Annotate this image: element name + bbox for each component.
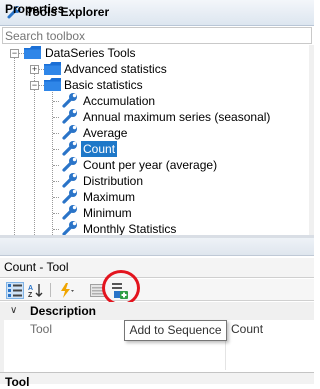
tree-item-dataseries-tools[interactable]: − DataSeries Tools (0, 45, 314, 61)
svg-text:Z: Z (28, 292, 33, 298)
properties-object-selector[interactable]: Count - Tool (0, 258, 314, 278)
tree-item-accumulation[interactable]: Accumulation (0, 93, 314, 109)
tree-item-label: Accumulation (83, 94, 156, 108)
property-key: Tool (30, 322, 53, 336)
toolbar-separator (50, 283, 51, 297)
wrench-icon (62, 205, 77, 220)
tree-item-label: Count per year (average) (83, 158, 218, 172)
properties-header (0, 238, 314, 256)
tree-item-count[interactable]: Count (0, 141, 314, 157)
add-to-sequence-tooltip: Add to Sequence (124, 320, 227, 341)
tree-item-annual-maximum-series[interactable]: Annual maximum series (seasonal) (0, 109, 314, 125)
tree-scrollbar[interactable] (309, 45, 314, 235)
folder-icon (44, 62, 61, 75)
tree-item-monthly-statistics[interactable]: Monthly Statistics (0, 221, 314, 235)
tree-item-label: Distribution (83, 174, 144, 188)
categorized-button[interactable] (6, 282, 24, 299)
tree-item-advanced-statistics[interactable]: + Advanced statistics (0, 61, 314, 77)
tree-item-distribution[interactable]: Distribution (0, 173, 314, 189)
tree-item-maximum[interactable]: Maximum (0, 189, 314, 205)
search-toolbox-input[interactable] (2, 27, 312, 44)
properties-toolbar: A Z (0, 279, 314, 301)
wrench-icon (62, 173, 77, 188)
categorized-icon (8, 284, 22, 297)
folder-icon (44, 78, 61, 91)
wrench-icon (62, 221, 77, 235)
tree-item-label: Basic statistics (64, 78, 143, 92)
highlight-circle (102, 270, 140, 306)
svg-text:A: A (28, 285, 33, 292)
wrench-icon (62, 189, 77, 204)
tree-item-count-per-year[interactable]: Count per year (average) (0, 157, 314, 173)
sort-az-icon: A Z (28, 284, 43, 298)
tree-item-label: Minimum (83, 206, 132, 220)
collapse-icon[interactable]: − (10, 49, 19, 58)
folder-icon (24, 46, 41, 59)
tree-item-label: Maximum (83, 190, 136, 204)
chevron-down-icon[interactable]: ∨ (10, 305, 17, 316)
lightning-icon (61, 283, 74, 298)
tools-tree[interactable]: − DataSeries Tools + Advanced statistics… (0, 45, 314, 235)
tree-item-minimum[interactable]: Minimum (0, 205, 314, 221)
alphabetical-button[interactable]: A Z (27, 282, 45, 299)
wrench-icon (62, 109, 77, 124)
tree-item-label: Monthly Statistics (83, 222, 177, 235)
tree-item-label: Average (83, 126, 128, 140)
collapse-icon[interactable]: − (30, 81, 39, 90)
properties-title: Properties (5, 2, 65, 16)
wrench-icon (62, 157, 77, 172)
category-label: Description (30, 304, 97, 318)
expand-icon[interactable]: + (30, 65, 39, 74)
events-button[interactable] (58, 282, 76, 299)
description-panel (0, 372, 314, 384)
tree-item-label: Annual maximum series (seasonal) (83, 110, 271, 124)
wrench-icon (62, 125, 77, 140)
tree-item-label: DataSeries Tools (45, 46, 136, 60)
tree-item-average[interactable]: Average (0, 125, 314, 141)
property-value[interactable]: Count (231, 322, 263, 336)
tree-item-label-selected: Count (81, 141, 118, 157)
description-title: Tool (5, 375, 30, 389)
wrench-icon (62, 141, 77, 156)
tree-item-basic-statistics[interactable]: − Basic statistics (0, 77, 314, 93)
tree-item-label: Advanced statistics (64, 62, 167, 76)
wrench-icon (62, 93, 77, 108)
